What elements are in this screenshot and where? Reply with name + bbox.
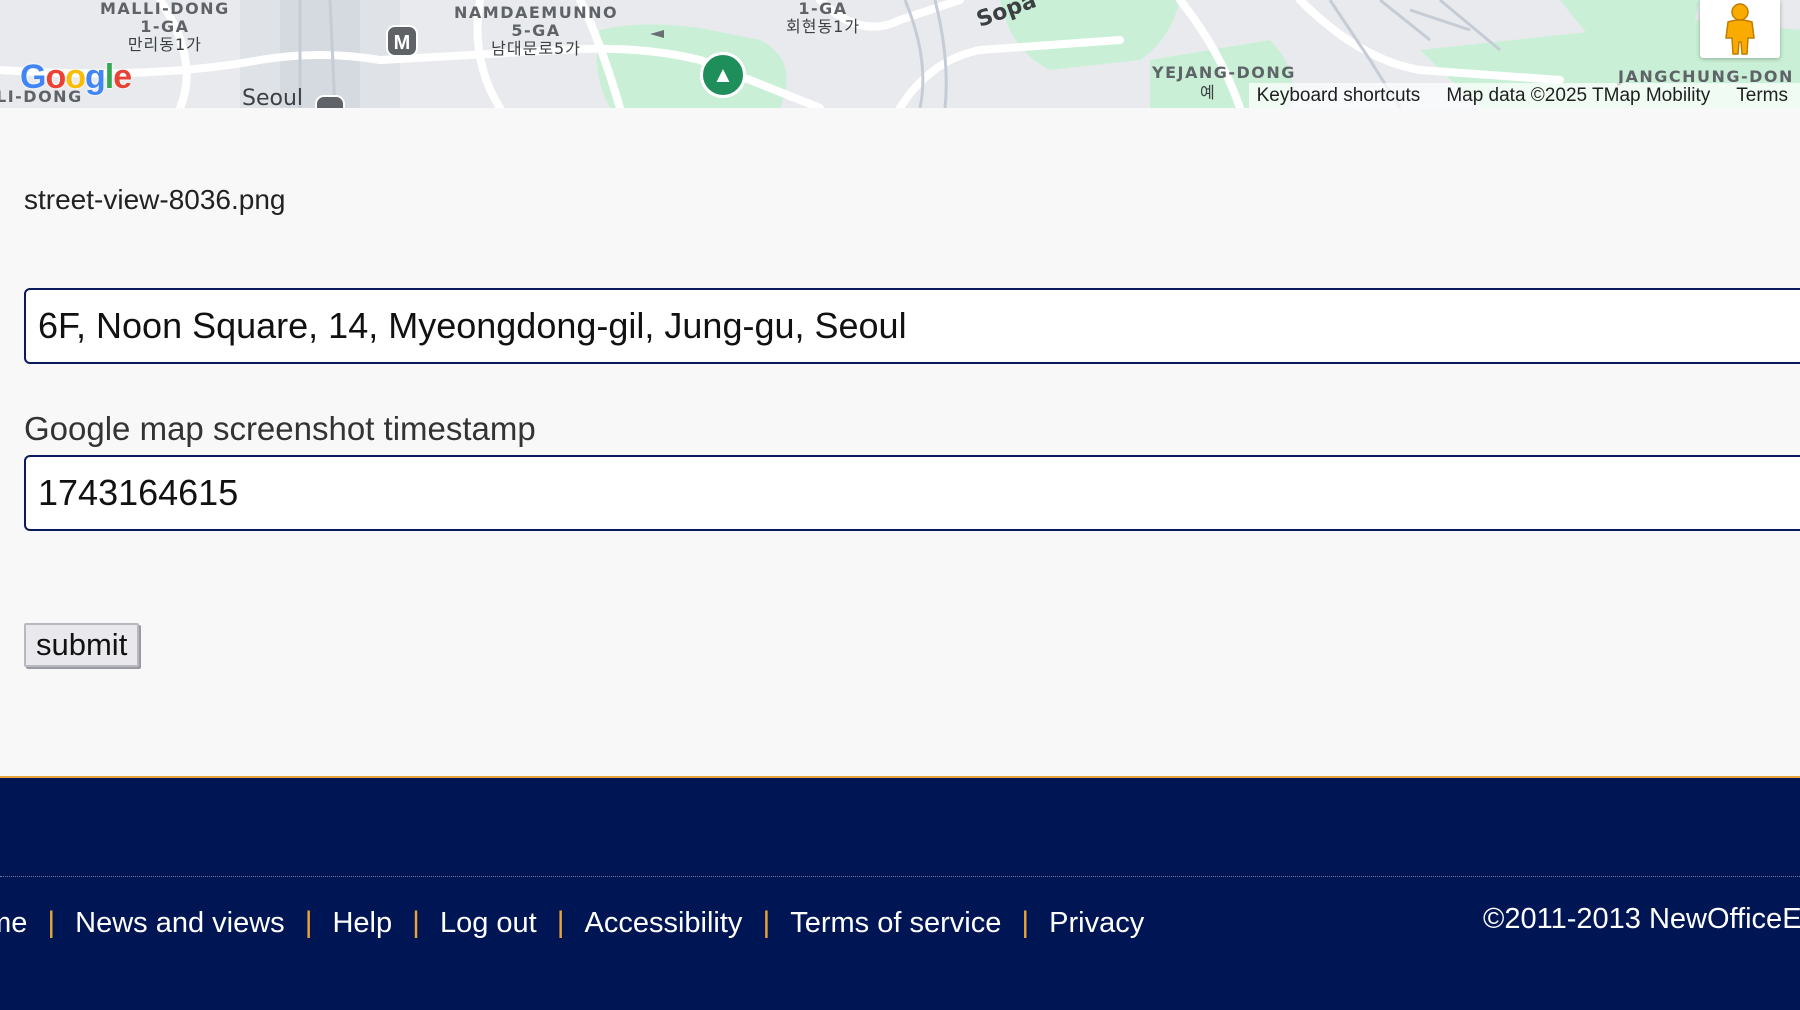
- footer-link-log-out[interactable]: Log out: [440, 907, 537, 940]
- footer-separator: |: [304, 906, 313, 939]
- footer-link-accessibility[interactable]: Accessibility: [585, 907, 743, 940]
- timestamp-label: Google map screenshot timestamp: [24, 410, 536, 447]
- map-label-seoul: Seoul: [242, 86, 304, 109]
- google-logo-letter: o: [65, 58, 86, 96]
- pegman-icon: [1725, 3, 1755, 55]
- google-map[interactable]: MALLI-DONG 1-GA 만리동1가 NAMDAEMUNNO 5-GA 남…: [0, 0, 1800, 108]
- google-logo[interactable]: Google: [20, 58, 132, 97]
- submit-button[interactable]: submit: [24, 623, 140, 667]
- map-label-malli-dong: MALLI-DONG 1-GA 만리동1가: [100, 0, 230, 54]
- footer-separator: |: [1021, 906, 1030, 939]
- footer-divider: [0, 876, 1800, 877]
- image-filename: street-view-8036.png: [24, 184, 286, 215]
- map-label-yejang-kr: 예: [1200, 83, 1216, 102]
- site-footer: Home | News and views | Help | Log out |…: [0, 776, 1800, 1010]
- google-logo-letter: G: [20, 58, 46, 96]
- footer-separator: |: [762, 906, 771, 939]
- map-attribution: Keyboard shortcuts Map data ©2025 TMap M…: [1248, 83, 1800, 108]
- footer-nav: Home | News and views | Help | Log out |…: [0, 906, 1144, 940]
- timestamp-input[interactable]: [24, 455, 1800, 531]
- map-data-text: Map data ©2025 TMap Mobility: [1446, 85, 1711, 106]
- map-label-namdaemunno: NAMDAEMUNNO 5-GA 남대문로5가: [454, 3, 619, 58]
- metro-station-icon[interactable]: M: [386, 25, 418, 57]
- google-logo-letter: l: [104, 58, 115, 96]
- pegman-street-view-control[interactable]: [1700, 0, 1780, 58]
- form-area: street-view-8036.png Google map screensh…: [0, 108, 1800, 776]
- keyboard-shortcuts-link[interactable]: Keyboard shortcuts: [1257, 83, 1421, 108]
- map-label-hoehyeon: 1-GA 회현동1가: [786, 0, 861, 36]
- page: MALLI-DONG 1-GA 만리동1가 NAMDAEMUNNO 5-GA 남…: [0, 0, 1800, 1010]
- footer-separator: |: [47, 906, 56, 939]
- footer-link-home[interactable]: Home: [0, 907, 27, 940]
- google-logo-letter: o: [45, 58, 66, 96]
- footer-link-help[interactable]: Help: [332, 907, 392, 940]
- footer-separator: |: [412, 906, 420, 939]
- footer-link-privacy[interactable]: Privacy: [1049, 907, 1144, 940]
- footer-link-terms-of-service[interactable]: Terms of service: [790, 907, 1001, 940]
- footer-link-news-and-views[interactable]: News and views: [75, 907, 285, 940]
- copyright-text: ©2011-2013 NewOfficeEu: [1483, 903, 1800, 935]
- google-logo-letter: g: [85, 58, 106, 96]
- google-logo-letter: e: [113, 58, 132, 96]
- map-terms-link[interactable]: Terms: [1736, 83, 1788, 108]
- park-marker-icon[interactable]: ▲: [700, 52, 746, 98]
- map-label-yejang-dong: YEJANG-DONG: [1152, 63, 1296, 82]
- address-input[interactable]: [24, 288, 1800, 364]
- footer-separator: |: [556, 906, 565, 939]
